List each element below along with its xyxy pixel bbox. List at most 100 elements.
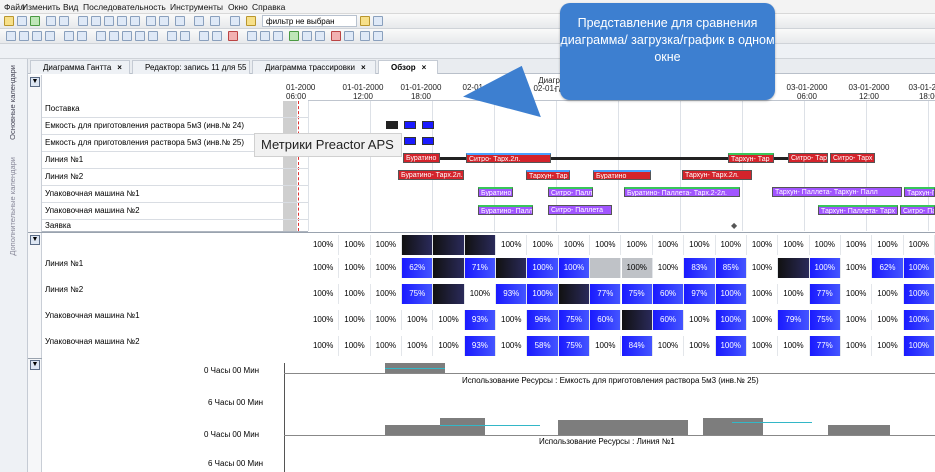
tab-trace[interactable]: Диаграмма трассировки × xyxy=(252,60,376,74)
grid-icon[interactable] xyxy=(78,16,88,26)
close-icon[interactable]: × xyxy=(361,63,366,72)
close-icon[interactable] xyxy=(228,31,238,41)
move-right-icon[interactable] xyxy=(109,31,119,41)
side-tab-extra-calendars[interactable]: Дополнительные календари xyxy=(8,157,17,256)
compress-icon[interactable] xyxy=(180,31,190,41)
side-tab-main-calendars[interactable]: Основные календари xyxy=(8,65,17,140)
tick-time: 18:00 xyxy=(410,92,432,101)
op-bar[interactable]: Буратино xyxy=(403,153,440,163)
close-icon[interactable]: × xyxy=(117,63,122,72)
op-bar[interactable]: Тархун- Паллета- Тарх xyxy=(818,205,898,215)
help-icon[interactable] xyxy=(194,16,204,26)
menu-help[interactable]: Справка xyxy=(252,2,285,12)
chart2-icon[interactable] xyxy=(260,31,270,41)
grid2-icon[interactable] xyxy=(19,31,29,41)
load-cell: 100% xyxy=(841,336,873,356)
op-bar[interactable]: Тархун- Тар xyxy=(526,170,570,180)
collapse-icon[interactable]: ▼ xyxy=(30,77,40,87)
layers-icon[interactable] xyxy=(210,16,220,26)
filter-select[interactable]: фильтр не выбран xyxy=(262,15,357,27)
op-bar[interactable]: Буратино xyxy=(478,187,513,197)
menu-window[interactable]: Окно xyxy=(228,2,248,12)
op-bar[interactable]: Тархун- Тар xyxy=(728,153,774,163)
load-cell: 100% xyxy=(747,235,779,255)
tab-label: Диаграмма трассировки xyxy=(265,63,355,72)
op-bar[interactable]: Ситро- Тарх xyxy=(788,153,828,163)
row-order[interactable]: Заявка xyxy=(42,220,308,232)
op-bar[interactable]: Буратино- Тарх.2л. xyxy=(398,170,464,180)
gantt-icon[interactable] xyxy=(159,16,169,26)
op-bar[interactable]: Ситро- Палл xyxy=(548,187,593,197)
link-icon[interactable] xyxy=(199,31,209,41)
row-packer-2[interactable]: Упаковочная машина №2 xyxy=(42,203,308,220)
table2-icon[interactable] xyxy=(315,31,325,41)
align-icon[interactable] xyxy=(167,31,177,41)
row-packer-1[interactable]: Упаковочная машина №1 xyxy=(42,186,308,203)
fit-icon[interactable] xyxy=(373,31,383,41)
op-bar[interactable]: Тархун-Палл xyxy=(904,187,935,197)
load-cell: 100% xyxy=(339,258,371,278)
load-cell xyxy=(590,258,622,278)
tank-block[interactable] xyxy=(404,121,416,129)
stack-icon[interactable] xyxy=(302,31,312,41)
check-icon[interactable] xyxy=(30,16,40,26)
table-icon[interactable] xyxy=(91,16,101,26)
resource-icon[interactable] xyxy=(45,31,55,41)
pencil-icon[interactable] xyxy=(360,16,370,26)
sequence-icon[interactable] xyxy=(32,31,42,41)
funnel-icon[interactable] xyxy=(230,16,240,26)
layout-icon[interactable] xyxy=(6,31,16,41)
row-supply[interactable]: Поставка xyxy=(42,101,308,118)
infinity-icon[interactable] xyxy=(273,31,283,41)
tank-block[interactable] xyxy=(386,121,398,129)
menu-sequence[interactable]: Последовательность xyxy=(83,2,166,12)
tank-block[interactable] xyxy=(404,137,416,145)
job-icon[interactable] xyxy=(64,31,74,41)
redo-icon[interactable] xyxy=(59,16,69,26)
tab-gantt[interactable]: Диаграмма Гантта × xyxy=(30,60,130,74)
chart-icon[interactable] xyxy=(130,16,140,26)
flag-icon[interactable] xyxy=(212,31,222,41)
save-icon[interactable] xyxy=(17,16,27,26)
tab-editor[interactable]: Редактор: запись 11 для 55× xyxy=(132,60,257,74)
menu-tools[interactable]: Инструменты xyxy=(170,2,223,12)
menu-edit[interactable]: Изменить xyxy=(22,2,60,12)
rows-icon[interactable] xyxy=(117,16,127,26)
tank-block[interactable] xyxy=(422,121,434,129)
columns-icon[interactable] xyxy=(104,16,114,26)
load-cell: 100% xyxy=(339,235,371,255)
back-icon[interactable] xyxy=(135,31,145,41)
calendar-icon[interactable] xyxy=(146,16,156,26)
close-icon[interactable]: × xyxy=(422,63,427,72)
row-line-2[interactable]: Линия №2 xyxy=(42,169,308,186)
undo-icon[interactable] xyxy=(46,16,56,26)
zoom-icon[interactable] xyxy=(360,31,370,41)
op-bar[interactable]: Ситро- Паллета xyxy=(548,205,612,215)
contrast-icon[interactable] xyxy=(344,31,354,41)
tab-overview[interactable]: Обзор × xyxy=(378,60,438,74)
jump-icon[interactable] xyxy=(148,31,158,41)
op-bar[interactable]: Тархун- Тарх.2л. xyxy=(682,170,752,180)
bars-icon[interactable] xyxy=(247,31,257,41)
tank-block[interactable] xyxy=(422,137,434,145)
color-icon[interactable] xyxy=(331,31,341,41)
collapse-icon[interactable]: ▼ xyxy=(30,360,40,370)
menu-view[interactable]: Вид xyxy=(63,2,78,12)
tick-date: 03-01-2000 xyxy=(786,83,828,92)
arrow-icon[interactable] xyxy=(77,31,87,41)
ok-icon[interactable] xyxy=(289,31,299,41)
op-bar[interactable]: Ситро- Па xyxy=(900,205,935,215)
op-bar[interactable]: Буратино xyxy=(593,170,651,180)
op-bar[interactable]: Тархун- Паллета- Тархун- Палл xyxy=(772,187,902,197)
op-bar[interactable]: Ситро- Тарх.2л. xyxy=(466,153,551,163)
print-icon[interactable] xyxy=(373,16,383,26)
op-bar[interactable]: Буратино- Паллета- Тарх.2-2л. xyxy=(624,187,740,197)
op-bar[interactable]: Ситро- Тарх xyxy=(830,153,875,163)
collapse-icon[interactable]: ▼ xyxy=(30,235,40,245)
move-left-icon[interactable] xyxy=(96,31,106,41)
open-icon[interactable] xyxy=(4,16,14,26)
wrench-icon[interactable] xyxy=(175,16,185,26)
forward-icon[interactable] xyxy=(122,31,132,41)
search-icon[interactable] xyxy=(246,16,256,26)
op-bar[interactable]: Буратино- Палл xyxy=(478,205,533,215)
